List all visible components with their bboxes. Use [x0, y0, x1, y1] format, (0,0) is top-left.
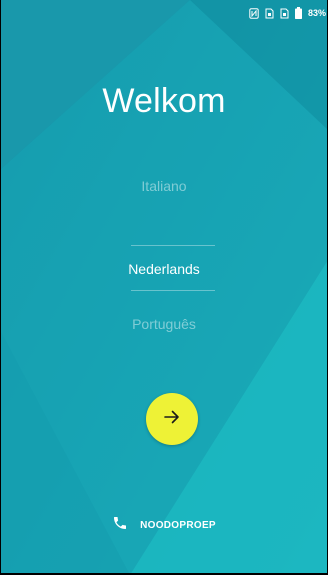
- next-button[interactable]: [146, 393, 198, 445]
- language-option-next[interactable]: Português: [0, 316, 328, 332]
- welcome-title: Welkom: [102, 82, 226, 120]
- battery-percentage: 83%: [307, 8, 326, 18]
- emergency-call-label: NOODOPROEP: [140, 520, 216, 531]
- arrow-right-icon: [164, 410, 180, 429]
- battery-icon: [294, 7, 302, 19]
- emergency-call-button[interactable]: NOODOPROEP: [0, 515, 328, 536]
- nfc-icon: [249, 7, 259, 19]
- sim-icon: [280, 8, 289, 19]
- picker-divider-top: [131, 245, 215, 246]
- phone-icon: [112, 515, 128, 536]
- language-option-selected[interactable]: Nederlands: [0, 261, 328, 277]
- language-picker[interactable]: Italiano Nederlands Português: [0, 170, 328, 350]
- status-bar: 83%: [249, 0, 328, 26]
- setup-wizard-screen: 83% Welkom Italiano Nederlands Português…: [0, 0, 328, 575]
- sim-icon: [265, 8, 274, 19]
- picker-divider-bottom: [131, 290, 215, 291]
- language-option-previous[interactable]: Italiano: [0, 178, 328, 194]
